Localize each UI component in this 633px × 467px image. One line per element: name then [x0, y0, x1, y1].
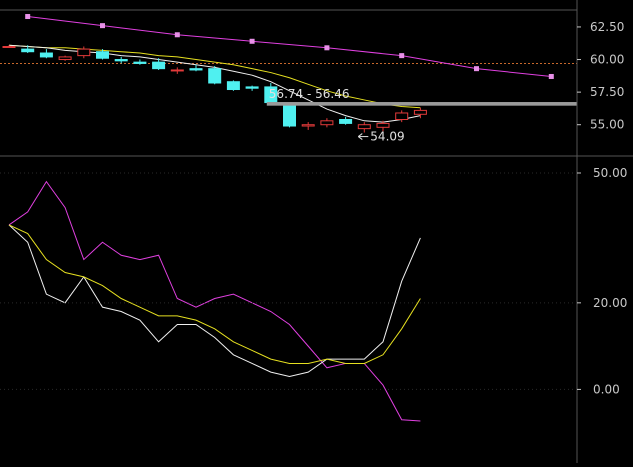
candle-body	[152, 61, 166, 70]
ma-slow-point	[249, 38, 255, 44]
candle	[208, 66, 222, 85]
price-band	[266, 102, 577, 106]
candle-body	[301, 124, 315, 127]
candle-body	[170, 69, 184, 72]
ma-slow-point	[324, 45, 330, 51]
ma-slow-point	[548, 73, 554, 79]
chart-canvas[interactable]: 56.74 - 56.46 54.09 62.50 60.00 57.50 55.00 5…	[0, 0, 633, 463]
price-tick-label: 57.50	[590, 85, 624, 99]
candle-body	[357, 124, 371, 130]
ma-slow-point	[174, 32, 180, 38]
price-tick-label: 60.00	[590, 53, 624, 67]
candle-body	[395, 112, 409, 120]
candle-body	[2, 46, 16, 48]
candle-body	[189, 68, 203, 71]
candle-body	[283, 103, 296, 127]
candle-body	[320, 120, 334, 126]
candle-body	[77, 48, 91, 57]
oscillator-tick-label: 0.00	[593, 382, 620, 396]
ma-slow-point	[100, 23, 105, 29]
price-band-label: 56.74 - 56.46	[269, 87, 350, 101]
stock-chart[interactable]: 56.74 - 56.46 54.09 62.50 60.00 57.50 55.00 5…	[0, 0, 633, 463]
ma-slow-point	[399, 53, 405, 59]
ma-slow-point	[25, 14, 31, 20]
candle-body	[208, 68, 222, 84]
candle-body	[58, 56, 72, 61]
candle-body	[413, 109, 427, 115]
price-tick-label: 62.50	[590, 20, 624, 34]
candle-body	[226, 81, 240, 91]
candle-body	[245, 86, 259, 89]
oscillator-tick-label: 50.00	[593, 166, 627, 180]
oscillator-tick-label: 20.00	[593, 296, 627, 310]
candle-body	[339, 119, 353, 124]
chart-background	[0, 0, 633, 463]
candle-body	[376, 122, 390, 128]
low-marker-label: 54.09	[370, 130, 404, 144]
candle	[226, 80, 240, 91]
candle-body	[39, 52, 53, 58]
ma-slow-point	[474, 66, 479, 72]
candle-body	[114, 59, 128, 62]
candle	[283, 102, 296, 128]
candle-body	[133, 61, 147, 64]
candle-body	[96, 51, 109, 59]
price-tick-label: 55.00	[590, 118, 624, 132]
candle-body	[21, 48, 35, 53]
